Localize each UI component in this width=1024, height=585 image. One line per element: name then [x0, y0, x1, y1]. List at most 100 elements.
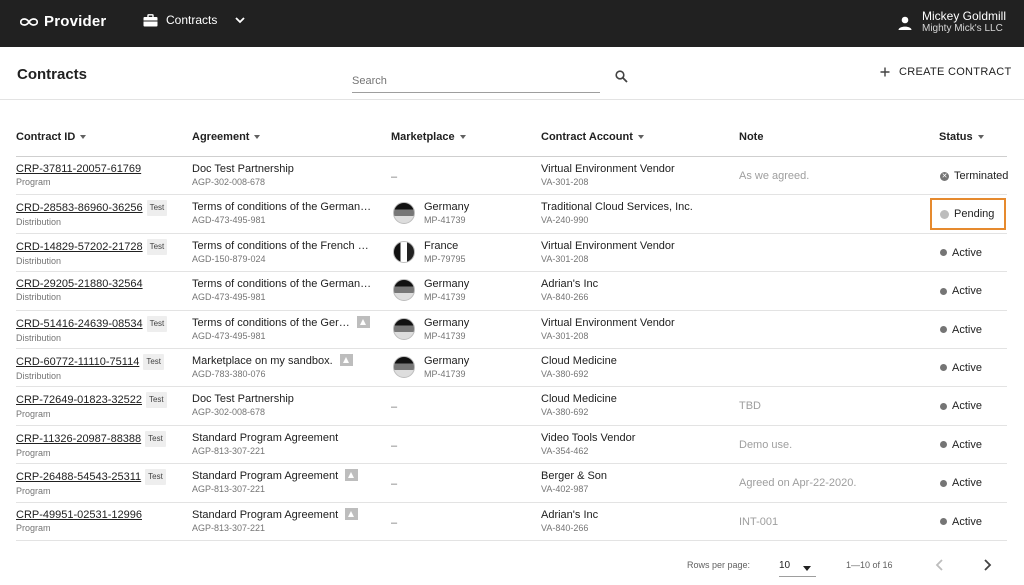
marketplace-name: Germany [424, 278, 470, 291]
table-row[interactable]: CRP-26488-54543-25311 Test Program Standard… [16, 464, 1007, 503]
user-org: Mighty Mick's LLC [921, 23, 1003, 34]
contract-id-cell: CRP-26488-54543-25311 Test Program [16, 469, 166, 497]
test-tag: Test [146, 238, 168, 255]
table-row[interactable]: CRD-14829-57202-21728 Test Distribution Ter… [16, 234, 1007, 273]
contract-id-link[interactable]: CRP-72649-01823-32522 [16, 394, 142, 406]
agreement-id: AGD-473-495-981 [192, 215, 266, 226]
dropdown-arrow-icon [803, 566, 811, 571]
table-row[interactable]: CRD-51416-24639-08534 Test Distribution Ter… [16, 311, 1007, 349]
contract-id-link[interactable]: CRP-49951-02531-12996 [16, 509, 142, 521]
marketplace-cell: Germany MP-41739 [424, 316, 469, 342]
account-cell: Virtual Environment Vendor VA-301-208 [541, 239, 675, 265]
table-row[interactable]: CRP-49951-02531-12996 Program Standard Pro… [16, 503, 1007, 541]
account-cell: Adrian's Inc VA-840-266 [541, 277, 598, 303]
flag-de-icon [393, 317, 415, 340]
account-id: VA-354-462 [541, 445, 589, 456]
user-menu[interactable]: Mickey Goldmill Mighty Mick's LLC [898, 10, 1006, 35]
account-name: Cloud Medicine [541, 354, 617, 367]
search-icon[interactable] [615, 70, 628, 83]
flag-de-icon [393, 355, 415, 378]
contract-id-cell: CRP-11326-20987-88388 Test Program [16, 430, 166, 459]
status-label: Active [952, 361, 982, 374]
status-badge: Active [940, 247, 982, 259]
chevron-right-icon[interactable] [981, 558, 993, 572]
create-contract-button[interactable]: CREATE CONTRACT [880, 66, 1011, 78]
table-row[interactable]: CRP-11326-20987-88388 Test Program Standard… [16, 426, 1007, 465]
contract-type: Program [16, 177, 51, 187]
sort-arrow-icon [80, 135, 87, 139]
brand[interactable]: Provider [20, 13, 106, 30]
column-header-marketplace[interactable]: Marketplace [391, 131, 466, 143]
status-label: Terminated [954, 170, 1009, 182]
table-row[interactable]: CRP-37811-20057-61769 Program Doc Test Par… [16, 157, 1008, 196]
contract-id-link[interactable]: CRP-37811-20057-61769 [16, 163, 141, 175]
note-text: INT-001 [739, 515, 779, 528]
contract-type: Distribution [16, 370, 62, 381]
contract-id-link[interactable]: CRP-26488-54543-25311 [16, 471, 141, 483]
account-cell: Berger & Son VA-402-987 [541, 469, 607, 495]
table-row[interactable]: CRP-72649-01823-32522 Test Program Doc Test… [16, 387, 1007, 426]
account-id: VA-380-692 [541, 407, 589, 418]
table-row[interactable]: CRD-29205-21880-32564 Distribution Terms o… [16, 272, 1007, 311]
contract-id-link[interactable]: CRD-28583-86960-36256 [16, 202, 143, 214]
account-id: VA-301-208 [541, 253, 589, 264]
flag-de-icon [393, 202, 415, 225]
account-name: Virtual Environment Vendor [541, 316, 675, 329]
agreement-cell: Standard Program Agreement AGP-813-307-22… [192, 507, 359, 534]
table-body: CRP-37811-20057-61769 Program Doc Test Par… [16, 157, 1008, 541]
sort-arrow-icon [977, 135, 984, 139]
search-input[interactable] [352, 68, 600, 90]
marketplace-id: MP-41739 [424, 292, 466, 303]
status-badge: ✕ Terminated [940, 170, 1008, 182]
contract-id-link[interactable]: CRD-51416-24639-08534 [16, 318, 143, 330]
marketplace-id: MP-41739 [424, 368, 466, 379]
account-name: Cloud Medicine [541, 393, 617, 406]
status-label: Active [952, 477, 982, 490]
search-field[interactable] [352, 68, 600, 93]
user-name: Mickey Goldmill [921, 9, 1006, 23]
table-row[interactable]: CRD-28583-86960-36256 Test Distribution Ter… [16, 195, 1007, 234]
status-highlight-box [930, 198, 1006, 231]
note-text: Demo use. [739, 438, 793, 451]
table-row[interactable]: CRD-60772-11110-75114 Test Distribution Mar… [16, 349, 1007, 388]
marketplace-empty: – [391, 171, 398, 183]
contract-id-cell: CRP-37811-20057-61769 Program [16, 162, 141, 188]
column-header-contract-id[interactable]: Contract ID [16, 131, 87, 143]
agreement-name: Terms of conditions of the German… [192, 201, 372, 214]
active-icon [940, 249, 947, 257]
column-header-status[interactable]: Status [939, 131, 984, 143]
contract-id-link[interactable]: CRP-11326-20987-88388 [16, 433, 141, 445]
status-badge: Active [940, 362, 982, 374]
active-icon [940, 479, 947, 487]
agreement-cell: Doc Test Partnership AGP-302-008-678 [192, 392, 294, 418]
active-icon [940, 326, 947, 334]
rows-per-page-label: Rows per page: [687, 560, 751, 570]
column-header-contract-account[interactable]: Contract Account [541, 131, 644, 143]
contract-id-link[interactable]: CRD-14829-57202-21728 [16, 241, 143, 253]
infinity-logo-icon [20, 17, 38, 26]
product-switcher[interactable]: Contracts [143, 13, 245, 27]
contract-id-cell: CRP-49951-02531-12996 Program [16, 508, 142, 534]
rows-per-page-select[interactable]: 10 [779, 557, 816, 577]
contract-id-cell: CRD-51416-24639-08534 Test Distribution [16, 315, 168, 344]
agreement-cell: Marketplace on my sandbox. AGD-783-380-07… [192, 353, 353, 380]
active-icon [940, 441, 947, 449]
account-name: Adrian's Inc [541, 508, 599, 521]
agreement-cell: Terms of conditions of the French … AGD-1… [192, 239, 369, 265]
marketplace-cell: France MP-79795 [424, 239, 466, 265]
account-id: VA-402-987 [541, 484, 589, 495]
agreement-name: Standard Program Agreement [192, 470, 339, 483]
contract-id-link[interactable]: CRD-60772-11110-75114 [16, 356, 139, 368]
account-name: Virtual Environment Vendor [541, 239, 675, 252]
agreement-id: AGP-813-307-221 [192, 445, 266, 456]
rows-per-page-value: 10 [779, 560, 791, 571]
account-id: VA-380-692 [541, 368, 589, 379]
chevron-left-icon[interactable] [934, 558, 946, 572]
marketplace-name: Germany [424, 354, 470, 367]
column-header-agreement[interactable]: Agreement [192, 131, 261, 143]
status-badge: Active [940, 477, 982, 489]
flag-fr-icon [393, 240, 415, 263]
test-tag: Test [143, 353, 164, 370]
contract-id-link[interactable]: CRD-29205-21880-32564 [16, 278, 143, 290]
chevron-down-icon[interactable] [235, 16, 245, 24]
